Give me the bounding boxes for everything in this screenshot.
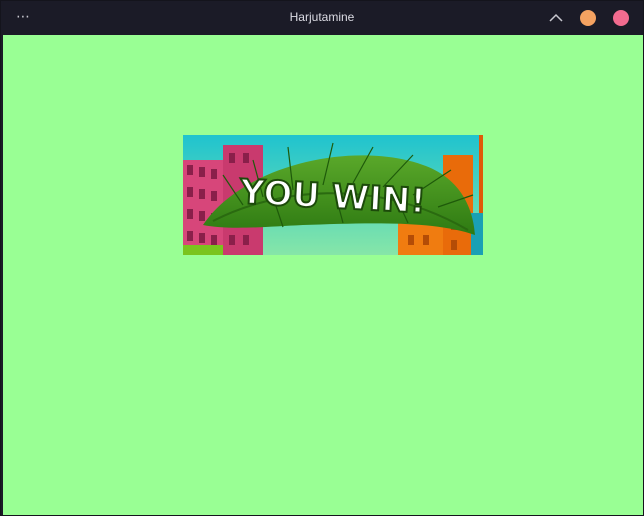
you-win-banner: YOU WIN! <box>183 135 483 255</box>
menu-icon[interactable]: ⋯ <box>16 9 36 25</box>
minimize-button[interactable] <box>580 10 596 26</box>
chevron-up-icon[interactable] <box>547 10 565 26</box>
game-area: YOU WIN! <box>3 35 643 515</box>
app-window: ⋯ Harjutamine YOU WIN! <box>0 0 644 516</box>
title-bar[interactable]: ⋯ Harjutamine <box>1 1 643 34</box>
close-button[interactable] <box>613 10 629 26</box>
